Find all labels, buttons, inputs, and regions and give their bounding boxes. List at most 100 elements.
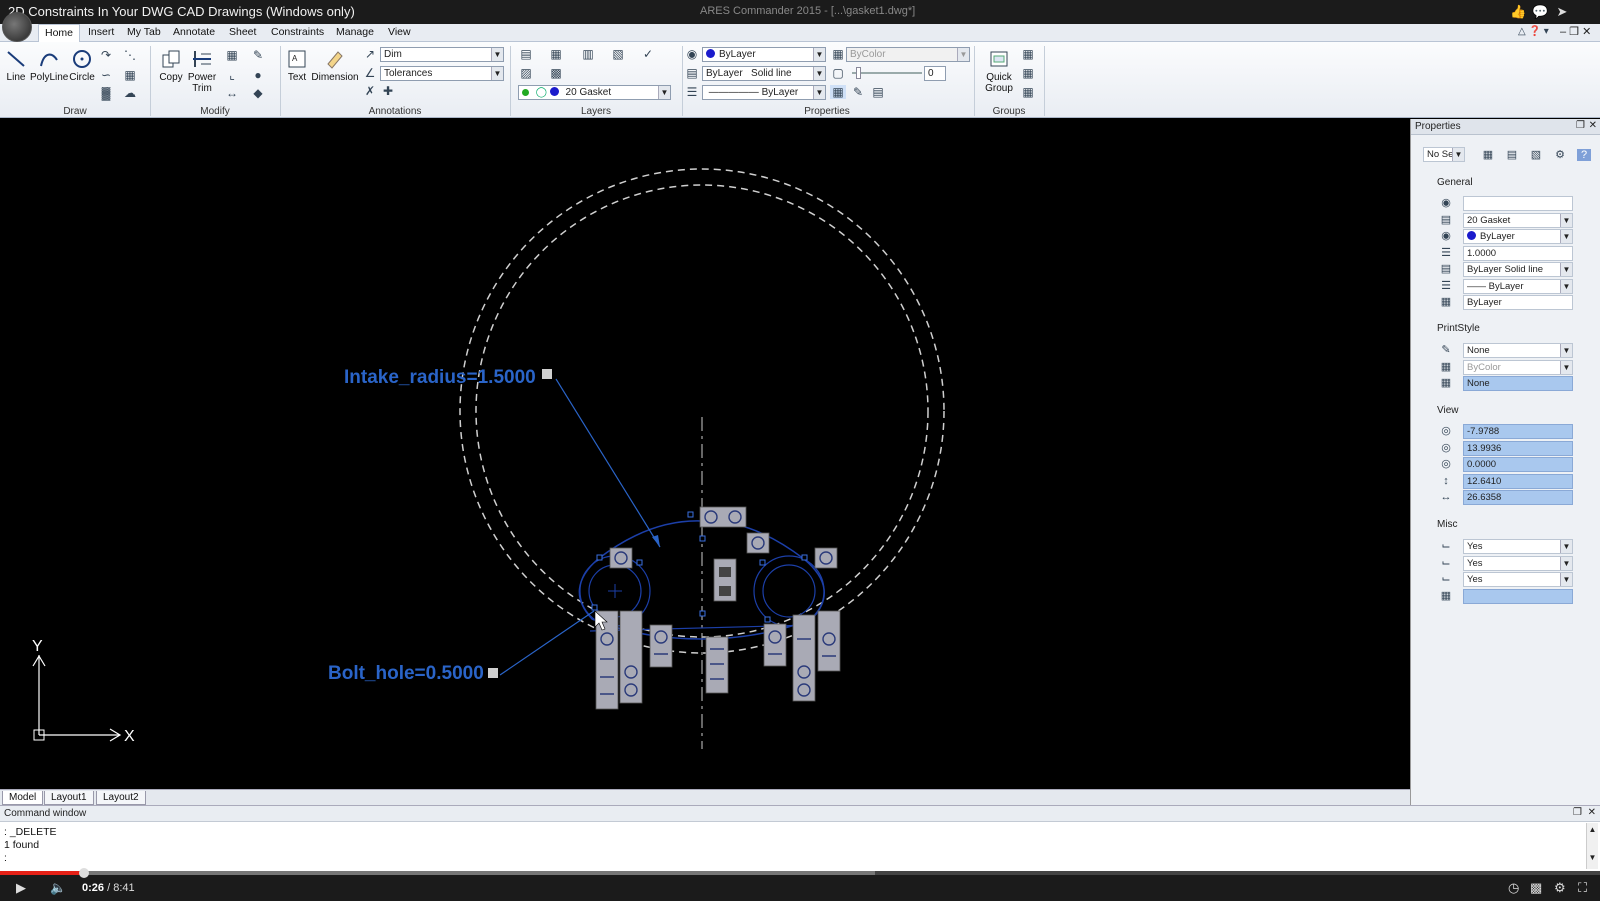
fullscreen-icon[interactable]: ⛶ xyxy=(1578,880,1587,896)
leader-icon[interactable]: ✗ xyxy=(362,84,378,98)
command-prompt[interactable]: : xyxy=(4,852,7,864)
properties-settings-icon[interactable]: ⚙ xyxy=(1553,149,1567,161)
window-controls-icon[interactable]: – ❐ ✕ xyxy=(1560,25,1591,38)
hatch-icon[interactable]: ▓ xyxy=(98,86,114,100)
tab-view[interactable]: View xyxy=(384,26,415,38)
layer-previous-icon[interactable]: ▥ xyxy=(580,47,596,61)
transparency-input[interactable]: 0 xyxy=(924,66,946,81)
group-select-icon[interactable]: ▦ xyxy=(1020,66,1036,80)
misc-ucs-origin[interactable]: Yes ▼ xyxy=(1463,556,1573,571)
view-center-x[interactable]: -7.9788 xyxy=(1463,424,1573,439)
drawing-canvas[interactable]: Intake_radius=1.5000 Bolt_hole=0.5000 Y … xyxy=(0,119,1410,789)
printstyle-table-field[interactable]: ByColor ▼ xyxy=(1463,360,1573,375)
tab-insert[interactable]: Insert xyxy=(84,26,118,38)
transparency-field[interactable]: ByLayer xyxy=(1463,295,1573,310)
transparency-icon[interactable]: ▢ xyxy=(830,66,846,80)
tag-icon[interactable]: ◆ xyxy=(250,86,266,100)
select-objects-icon[interactable]: ▤ xyxy=(1505,149,1519,161)
text-button[interactable]: A Text xyxy=(284,48,310,83)
color-field[interactable]: ByLayer ▼ xyxy=(1463,229,1573,244)
tab-model[interactable]: Model xyxy=(2,791,44,805)
view-height[interactable]: 12.6410 xyxy=(1463,474,1573,489)
video-scrubber[interactable] xyxy=(79,868,89,878)
tab-layout2[interactable]: Layout2 xyxy=(96,791,146,805)
watch-later-icon[interactable]: ◷ xyxy=(1508,880,1519,896)
transparency-slider[interactable] xyxy=(852,72,922,74)
general-section-title[interactable]: General xyxy=(1437,177,1473,188)
copy-button[interactable]: Copy xyxy=(156,48,186,83)
layer-field[interactable]: 20 Gasket ▼ xyxy=(1463,213,1573,228)
spline-icon[interactable]: ∽ xyxy=(98,68,114,82)
volume-icon[interactable]: 🔈 xyxy=(50,880,66,896)
toggle-pickadd-icon[interactable]: ▧ xyxy=(1529,149,1543,161)
lineweight-field[interactable]: —— ByLayer ▼ xyxy=(1463,279,1573,294)
dimension-button[interactable]: Dimension xyxy=(310,48,360,83)
play-icon[interactable]: ▶ xyxy=(16,880,26,896)
settings-icon[interactable]: ⚙ xyxy=(1554,880,1566,896)
layer-select[interactable]: ◯ 20 Gasket ▼ xyxy=(518,85,671,100)
array-icon[interactable]: ▦ xyxy=(224,48,240,62)
misc-ucs-on[interactable]: Yes ▼ xyxy=(1463,539,1573,554)
check-icon[interactable]: ✓ xyxy=(640,47,656,61)
printstyle-field[interactable]: None ▼ xyxy=(1463,343,1573,358)
view-center-z[interactable]: 0.0000 xyxy=(1463,457,1573,472)
close-icon[interactable]: ✕ xyxy=(1588,807,1596,818)
dock-icon[interactable]: ❐ xyxy=(1576,120,1585,131)
tab-sheet[interactable]: Sheet xyxy=(225,26,260,38)
tab-annotate[interactable]: Annotate xyxy=(169,26,219,38)
erase-icon[interactable]: ✎ xyxy=(250,48,266,62)
misc-section-title[interactable]: Misc xyxy=(1437,519,1458,530)
polyline-button[interactable]: PolyLine xyxy=(30,48,68,83)
fillet-icon[interactable]: ⌞ xyxy=(224,68,240,82)
general-field[interactable] xyxy=(1463,196,1573,211)
tab-my-tab[interactable]: My Tab xyxy=(123,26,165,38)
linestyle-field[interactable]: ByLayer Solid line ▼ xyxy=(1463,262,1573,277)
help-icon[interactable]: ? xyxy=(1577,149,1591,161)
printstyle-select[interactable]: ByColor ▼ xyxy=(846,47,970,62)
properties-panel-icon[interactable]: ▦ xyxy=(830,85,846,99)
video-title[interactable]: 2D Constraints In Your DWG CAD Drawings … xyxy=(8,4,355,19)
video-progress-bar[interactable] xyxy=(0,868,1600,878)
layer-isolate-icon[interactable]: ▧ xyxy=(610,47,626,61)
thumbs-up-icon[interactable]: 👍 xyxy=(1510,4,1526,20)
tab-constraints[interactable]: Constraints xyxy=(267,26,328,38)
quick-group-button[interactable]: Quick Group xyxy=(980,48,1018,94)
linestyle-select[interactable]: ByLayer Solid line ▼ xyxy=(702,66,826,81)
tab-manage[interactable]: Manage xyxy=(332,26,378,38)
linescale-field[interactable]: 1.0000 xyxy=(1463,246,1573,261)
region-icon[interactable]: ▦ xyxy=(122,68,138,82)
app-logo[interactable] xyxy=(2,12,32,42)
layer-state-icon[interactable]: ▦ xyxy=(548,47,564,61)
layer-freeze-icon[interactable]: ▩ xyxy=(548,66,564,80)
dim-style-select[interactable]: Dim ▼ xyxy=(380,47,504,62)
printstyle-attached-field[interactable]: None xyxy=(1463,376,1573,391)
printstyle-section-title[interactable]: PrintStyle xyxy=(1437,323,1480,334)
quick-select-icon[interactable]: ▦ xyxy=(1481,149,1495,161)
arc-icon[interactable]: ↷ xyxy=(98,48,114,62)
cloud-icon[interactable]: ☁ xyxy=(122,86,138,100)
line-button[interactable]: Line xyxy=(4,48,28,83)
view-section-title[interactable]: View xyxy=(1437,405,1459,416)
ungroup-icon[interactable]: ▦ xyxy=(1020,85,1036,99)
help-icon[interactable]: △ ❓ ▾ xyxy=(1518,26,1549,37)
power-trim-button[interactable]: Power Trim xyxy=(186,48,218,94)
match-properties-icon[interactable]: ✎ xyxy=(850,85,866,99)
misc-ucs-name[interactable] xyxy=(1463,589,1573,604)
dock-icon[interactable]: ❐ xyxy=(1573,807,1582,818)
layer-manager-icon[interactable]: ▤ xyxy=(518,47,534,61)
selection-select[interactable]: No Sele ▼ xyxy=(1423,147,1465,162)
tolerance-select[interactable]: Tolerances ▼ xyxy=(380,66,504,81)
stretch-icon[interactable]: ↔ xyxy=(224,86,240,100)
comment-icon[interactable]: 💬 xyxy=(1532,4,1548,20)
lineweight-select[interactable]: ————— ByLayer ▼ xyxy=(702,85,826,100)
color-select[interactable]: ByLayer ▼ xyxy=(702,47,826,62)
layer-walk-icon[interactable]: ▨ xyxy=(518,66,534,80)
close-icon[interactable]: ✕ xyxy=(1589,120,1597,131)
command-scrollbar[interactable]: ▲ ▼ xyxy=(1586,823,1598,869)
share-icon[interactable]: ➤ xyxy=(1554,4,1570,20)
transparency-slider-thumb[interactable] xyxy=(856,67,861,79)
captions-icon[interactable]: ▩ xyxy=(1530,880,1542,896)
tab-layout1[interactable]: Layout1 xyxy=(44,791,94,805)
center-mark-icon[interactable]: ✚ xyxy=(380,84,396,98)
circle-button[interactable]: Circle xyxy=(68,48,96,83)
